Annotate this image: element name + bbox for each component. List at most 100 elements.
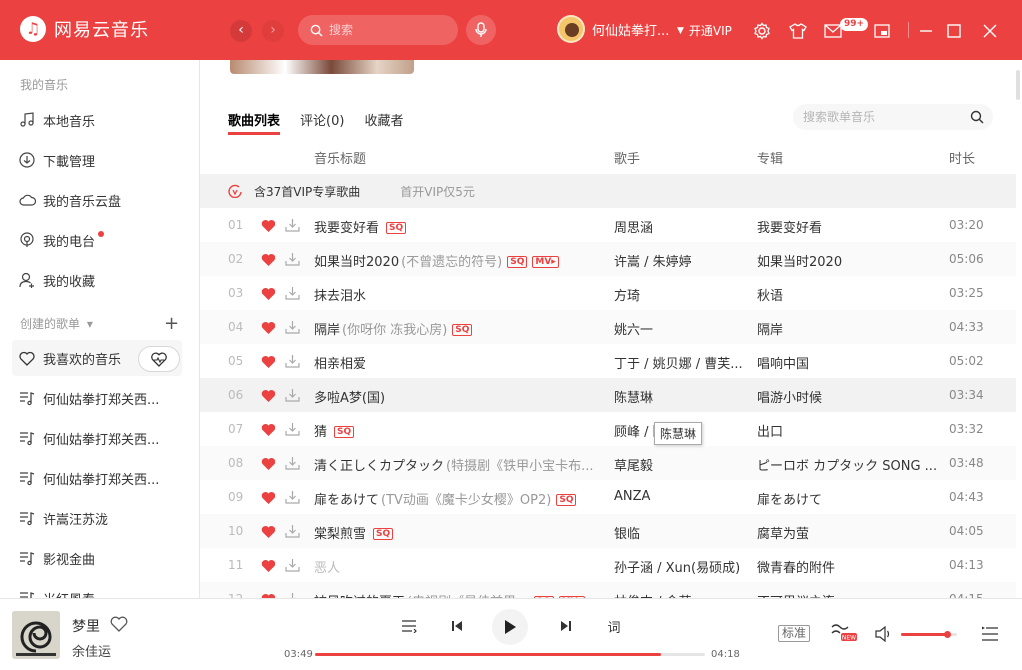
song-title[interactable]: 相亲相爱 — [314, 357, 366, 372]
download-song-button[interactable] — [285, 558, 301, 576]
song-title[interactable]: 抹去泪水 — [314, 289, 366, 304]
song-artist[interactable]: 草尾毅 — [614, 455, 746, 474]
settings-button[interactable] — [750, 19, 774, 43]
sidebar-item-radio[interactable]: 我的电台 — [0, 220, 199, 260]
column-title[interactable]: 音乐标题 — [314, 148, 366, 167]
like-song-button[interactable] — [261, 287, 275, 305]
sidebar-item-playlist[interactable]: 影视金曲 — [0, 538, 199, 578]
song-artist[interactable]: 孙子涵 / Xun(易硕成) — [614, 557, 746, 576]
song-artist[interactable]: 银临 — [614, 523, 746, 542]
download-song-button[interactable] — [285, 286, 301, 304]
song-title[interactable]: 如果当时2020 — [314, 255, 399, 270]
global-search[interactable] — [298, 15, 458, 45]
song-artist[interactable]: 方琦 — [614, 285, 746, 304]
sidebar-item-local-music[interactable]: 本地音乐 — [0, 100, 199, 140]
current-artist[interactable]: 余佳运 — [72, 641, 111, 660]
current-song-title[interactable]: 梦里 — [72, 616, 100, 636]
song-album[interactable]: 不可思议之连 — [757, 591, 940, 598]
table-row[interactable]: 08 清く正しくカプタック (特摄剧《铁甲小宝卡布... 草尾毅 ピーロボ カプタック … — [200, 446, 1016, 480]
sidebar-item-collection[interactable]: 我的收藏 — [0, 260, 199, 300]
song-artist[interactable]: 丁于 / 姚贝娜 / 曹芙... — [614, 353, 746, 372]
download-song-button[interactable] — [285, 354, 301, 372]
volume-slider[interactable] — [901, 631, 957, 638]
like-button[interactable] — [110, 616, 128, 636]
lyrics-button[interactable]: 词 — [605, 617, 623, 636]
like-song-button[interactable] — [261, 389, 275, 407]
playlist-search-input[interactable] — [803, 110, 953, 124]
scrollbar[interactable] — [1016, 70, 1020, 100]
create-playlist-button[interactable]: + — [164, 315, 179, 333]
column-album[interactable]: 专辑 — [757, 148, 783, 167]
song-album[interactable]: 扉をあけて — [757, 489, 940, 508]
previous-button[interactable] — [448, 617, 466, 635]
download-song-button[interactable] — [285, 218, 301, 236]
song-album[interactable]: 唱响中国 — [757, 353, 940, 372]
like-song-button[interactable] — [261, 219, 275, 237]
song-album[interactable]: ピーロボ カプタック SONG ... — [757, 455, 940, 474]
sidebar-item-playlist[interactable]: 米红風春 — [0, 578, 199, 598]
song-album[interactable]: 秋语 — [757, 285, 940, 304]
column-artist[interactable]: 歌手 — [614, 148, 640, 167]
sidebar-item-playlist[interactable]: 许嵩汪苏泷 — [0, 498, 199, 538]
download-song-button[interactable] — [285, 252, 301, 270]
tab-collectors[interactable]: 收藏者 — [364, 110, 403, 134]
song-album[interactable]: 如果当时2020 — [757, 251, 940, 270]
song-title[interactable]: 我要变好看 — [314, 221, 379, 236]
open-vip-button[interactable]: ▼ 开通VIP — [677, 22, 732, 39]
playlist-search[interactable] — [793, 104, 993, 130]
volume-handle[interactable] — [943, 631, 951, 638]
song-artist[interactable]: 许嵩 / 朱婷婷 — [614, 251, 746, 270]
created-playlists-heading[interactable]: 创建的歌单 ▾ — [0, 315, 93, 332]
sound-quality-button[interactable]: 标准 — [778, 625, 811, 642]
song-album[interactable]: 隔岸 — [757, 319, 940, 338]
play-button[interactable] — [492, 609, 528, 645]
song-title[interactable]: 猜 — [314, 425, 327, 440]
song-album[interactable]: 出口 — [757, 421, 940, 440]
song-title[interactable]: 扉をあけて — [314, 493, 379, 508]
app-logo[interactable]: ♫ 网易云音乐 — [20, 16, 149, 42]
like-song-button[interactable] — [261, 355, 275, 373]
song-artist[interactable]: ANZA — [614, 489, 746, 504]
voice-search-button[interactable] — [466, 15, 496, 45]
like-song-button[interactable] — [261, 253, 275, 271]
sidebar-item-playlist[interactable]: 何仙姑拳打郑关西... — [0, 378, 199, 418]
song-artist[interactable]: 林俊杰 / 金莎 — [614, 591, 746, 598]
table-row[interactable]: 09 扉をあけて (TV动画《魔卡少女樱》OP2) SQ ANZA 扉をあけて 04:43 — [200, 480, 1016, 514]
table-row[interactable]: 03 抹去泪水 方琦 秋语 03:25 — [200, 276, 1016, 310]
table-row[interactable]: 07 猜 SQ 顾峰 / 陈出口 03:32 — [200, 412, 1016, 446]
download-song-button[interactable] — [285, 524, 301, 542]
vip-banner-offer[interactable]: 首开VIP仅5元 — [400, 183, 475, 200]
user-profile[interactable]: 何仙姑拳打... — [557, 15, 670, 43]
sidebar-item-playlist[interactable]: 何仙姑拳打郑关西... — [0, 418, 199, 458]
close-button[interactable] — [978, 19, 1002, 43]
table-row[interactable]: 10 棠梨煎雪 SQ 银临 腐草为萤 04:05 — [200, 514, 1016, 548]
sound-effect-button[interactable]: NEW — [830, 623, 858, 643]
download-song-button[interactable] — [285, 320, 301, 338]
like-song-button[interactable] — [261, 321, 275, 339]
user-name[interactable]: 何仙姑拳打... — [592, 20, 670, 39]
download-song-button[interactable] — [285, 388, 301, 406]
table-row[interactable]: 12被风吹过的夏天(电视剧《最佳前男...SQMV▸林俊杰 / 金莎不可思议之连… — [200, 582, 1016, 598]
song-artist[interactable]: 姚六一 — [614, 319, 746, 338]
like-song-button[interactable] — [261, 423, 275, 441]
forward-button[interactable]: › — [262, 20, 284, 42]
progress-bar[interactable] — [315, 653, 705, 656]
song-artist[interactable]: 陈慧琳 — [614, 387, 746, 406]
song-title[interactable]: 棠梨煎雪 — [314, 527, 366, 542]
table-row[interactable]: 05 相亲相爱 丁于 / 姚贝娜 / 曹芙... 唱响中国 05:02 — [200, 344, 1016, 378]
song-album[interactable]: 我要变好看 — [757, 217, 940, 236]
download-song-button[interactable] — [285, 422, 301, 440]
song-artist[interactable]: 周思涵 — [614, 217, 746, 236]
sidebar-item-playlist[interactable]: 何仙姑拳打郑关西... — [0, 458, 199, 498]
volume-button[interactable] — [874, 625, 894, 643]
sidebar-item-cloud[interactable]: 我的音乐云盘 — [0, 180, 199, 220]
song-title[interactable]: 隔岸 — [314, 323, 340, 338]
like-song-button[interactable] — [261, 491, 275, 509]
skin-button[interactable] — [786, 19, 810, 43]
mv-badge[interactable]: MV▸ — [532, 256, 559, 268]
like-song-button[interactable] — [261, 559, 275, 577]
back-button[interactable]: ‹ — [230, 20, 252, 42]
search-input[interactable] — [329, 23, 439, 37]
song-title[interactable]: 多啦A梦(国) — [314, 391, 385, 406]
song-title[interactable]: 清く正しくカプタック — [314, 459, 444, 474]
